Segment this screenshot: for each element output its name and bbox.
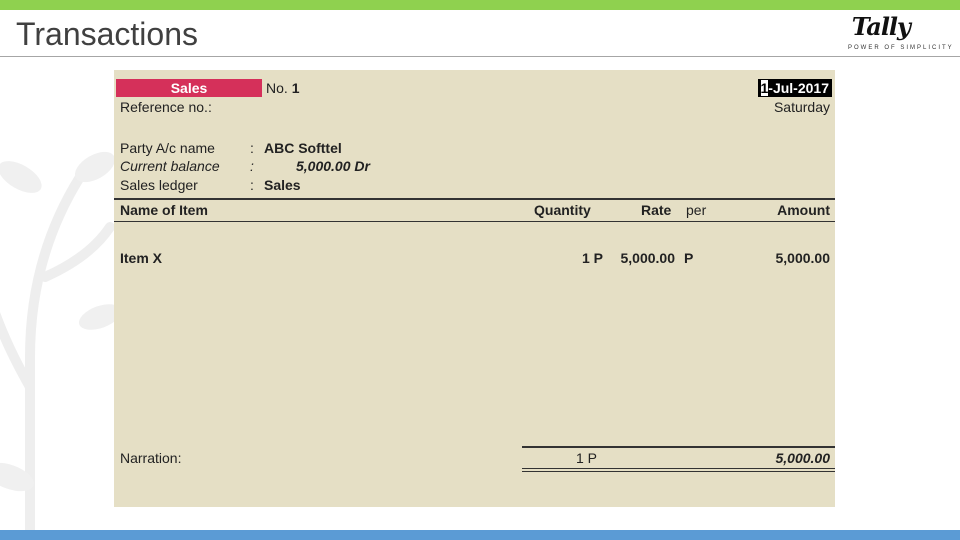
col-per: per	[686, 202, 707, 218]
item-rate: 5,000.00	[620, 250, 676, 266]
item-amount: 5,000.00	[775, 250, 831, 266]
colon: :	[250, 158, 254, 174]
date-rest: -Jul-2017	[768, 80, 829, 96]
totals-top-rule	[522, 446, 835, 448]
logo-wordmark: Tally	[851, 12, 911, 41]
current-balance-row: Current balance : 5,000.00 Dr	[120, 157, 370, 175]
colon: :	[250, 177, 254, 193]
reference-no-field[interactable]: Reference no.:	[120, 98, 212, 116]
col-name-of-item: Name of Item	[120, 202, 208, 218]
colon: :	[250, 140, 254, 156]
total-quantity: 1 P	[576, 450, 598, 466]
item-per: P	[684, 250, 694, 266]
party-account-row[interactable]: Party A/c name : ABC Softtel	[120, 139, 342, 157]
current-balance-value: 5,000.00 Dr	[296, 158, 370, 174]
item-name: Item X	[120, 250, 163, 266]
current-balance-label: Current balance	[120, 158, 220, 174]
voucher-type-label[interactable]: Sales	[116, 79, 262, 97]
sales-ledger-label: Sales ledger	[120, 177, 198, 193]
col-rate: Rate	[641, 202, 672, 218]
narration-field[interactable]: Narration:	[120, 449, 181, 467]
totals-double-rule	[522, 471, 835, 472]
col-amount: Amount	[777, 202, 830, 218]
party-account-value: ABC Softtel	[264, 140, 342, 156]
tree-watermark-icon	[0, 151, 120, 530]
title-divider	[0, 56, 960, 57]
item-table-header: Name of Item Quantity Rate per Amount	[114, 200, 835, 220]
sales-ledger-value: Sales	[264, 177, 301, 193]
table-header-bottom-rule	[114, 221, 835, 222]
tally-logo: Tally POWER OF SIMPLICITY	[846, 10, 952, 56]
voucher-number-label: No.	[266, 80, 288, 96]
logo-tagline: POWER OF SIMPLICITY	[848, 45, 954, 51]
totals-bottom-rule	[522, 468, 835, 469]
sales-voucher-screen: Sales No. 1 1-Jul-2017 Saturday Reference…	[114, 70, 835, 507]
voucher-weekday: Saturday	[773, 99, 830, 115]
voucher-number-value: 1	[291, 80, 300, 96]
total-amount: 5,000.00	[775, 450, 831, 466]
sales-ledger-row[interactable]: Sales ledger : Sales	[120, 176, 301, 194]
bottom-accent-bar	[0, 530, 960, 540]
slide-title: Transactions	[16, 16, 198, 52]
party-account-label: Party A/c name	[120, 140, 215, 156]
item-quantity: 1 P	[581, 250, 603, 266]
voucher-number: No. 1	[266, 79, 300, 97]
voucher-date-field[interactable]: 1-Jul-2017	[757, 79, 832, 97]
top-accent-bar	[0, 0, 960, 10]
col-quantity: Quantity	[534, 202, 591, 218]
